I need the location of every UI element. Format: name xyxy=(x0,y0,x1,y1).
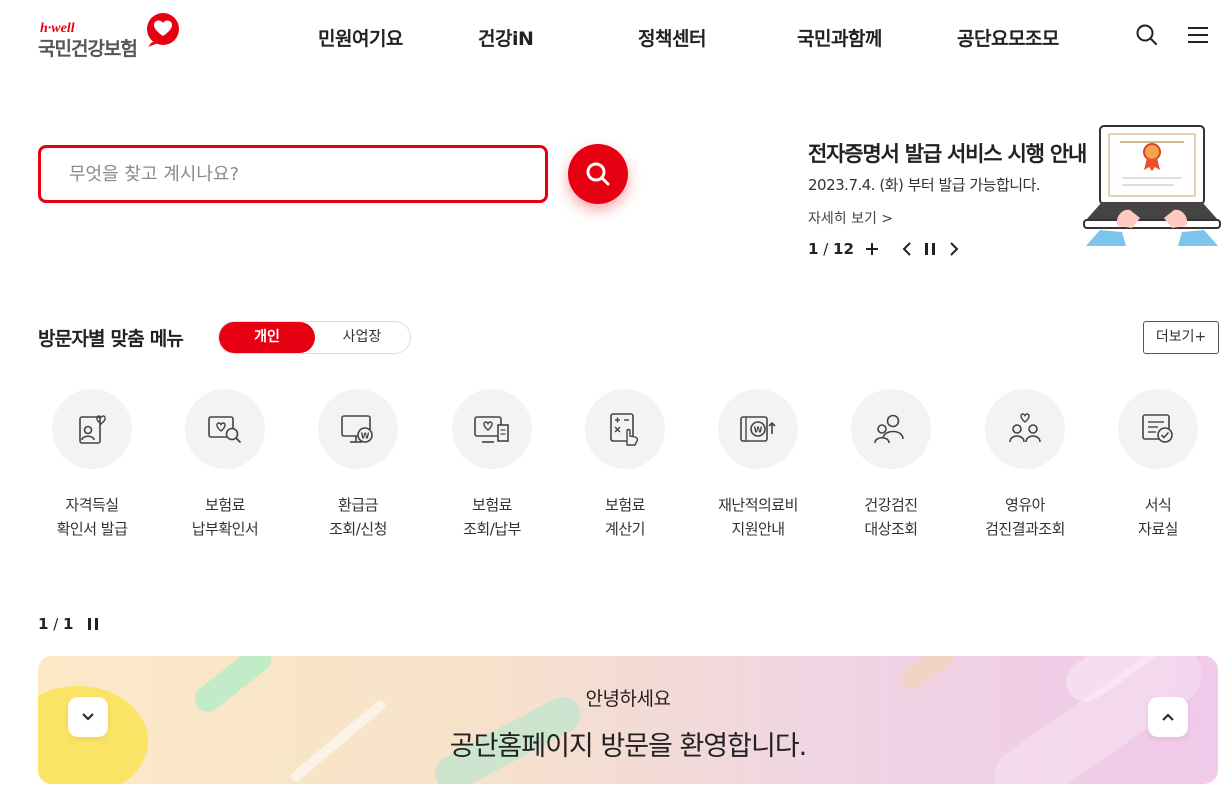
banner-decoration xyxy=(38,656,1202,784)
menu-item-label: 보험료 납부확인서 xyxy=(191,496,259,538)
menu-item-health-checkup-eligibility[interactable]: 건강검진 대상조회 xyxy=(826,389,956,549)
menu-icon-circle: W xyxy=(318,389,398,469)
monitor-won-icon: W xyxy=(341,415,373,443)
id-card-heart-icon xyxy=(79,415,106,444)
document-check-icon xyxy=(1142,414,1173,443)
menu-item-catastrophic-medical-support[interactable]: W 재난적의료비 지원안내 xyxy=(693,389,823,549)
pause-icon[interactable] xyxy=(86,616,100,632)
menu-item-label: 서식 자료실 xyxy=(1138,496,1178,538)
menu-icon-circle xyxy=(452,389,532,469)
banner-greeting: 안녕하세요 xyxy=(585,688,671,710)
menu-item-label: 자격득실 확인서 발급 xyxy=(56,496,128,538)
menu-current-page: 1 xyxy=(38,615,49,633)
chevron-up-icon xyxy=(1162,713,1174,721)
scroll-top-button[interactable] xyxy=(1148,697,1188,737)
menu-icon-circle xyxy=(185,389,265,469)
hamburger-menu-icon[interactable] xyxy=(1185,22,1211,48)
site-header: h·well 국민건강보험 민원여기요 건강iN 정책센터 국민과함께 공단요모… xyxy=(0,0,1228,72)
notice-title[interactable]: 전자증명서 발급 서비스 시행 안내 xyxy=(808,138,1087,168)
laptop-certificate-illustration xyxy=(1083,125,1221,246)
menu-total-pages: 1 xyxy=(63,615,74,633)
card-search-icon xyxy=(208,416,241,443)
chevron-left-icon[interactable] xyxy=(897,238,917,260)
nhis-logo[interactable]: h·well 국민건강보험 xyxy=(38,12,188,62)
tab-business[interactable]: 사업장 xyxy=(314,322,410,353)
heart-logo-icon xyxy=(147,13,179,47)
nav-about[interactable]: 공단요모조모 xyxy=(957,24,1059,51)
nav-minwon[interactable]: 민원여기요 xyxy=(318,24,403,51)
menu-item-label: 보험료 조회/납부 xyxy=(463,496,521,538)
notice-pager: 1 / 12 xyxy=(808,240,854,258)
search-box xyxy=(38,145,548,203)
calculator-hand-icon xyxy=(610,413,639,446)
menu-item-forms-library[interactable]: 서식 자료실 xyxy=(1093,389,1223,549)
nav-with-public[interactable]: 국민과함께 xyxy=(797,24,882,51)
nav-policy-center[interactable]: 정책센터 xyxy=(638,24,706,51)
menu-item-premium-inquiry-payment[interactable]: 보험료 조회/납부 xyxy=(427,389,557,549)
menu-item-premium-calculator[interactable]: 보험료 계산기 xyxy=(560,389,690,549)
tab-individual[interactable]: 개인 xyxy=(219,322,315,353)
menu-item-label: 환급금 조회/신청 xyxy=(329,496,387,538)
chevron-down-icon xyxy=(82,713,94,721)
menu-pager: 1 / 1 xyxy=(38,615,74,633)
welcome-banner: 안녕하세요 공단홈페이지 방문을 환영합니다. xyxy=(38,656,1218,784)
svg-text:W: W xyxy=(361,432,370,441)
notice-date: 2023.7.4. (화) 부터 발급 가능합니다. xyxy=(808,176,1041,194)
search-icon[interactable] xyxy=(1134,22,1160,48)
menu-icon-circle: W xyxy=(718,389,798,469)
logo-name: 국민건강보험 xyxy=(38,38,138,60)
menu-item-qualification-certificate[interactable]: 자격득실 확인서 발급 xyxy=(27,389,157,549)
won-support-icon: W xyxy=(740,416,776,442)
search-icon xyxy=(586,162,610,186)
notice-current-page: 1 xyxy=(808,240,819,258)
menu-item-label: 건강검진 대상조회 xyxy=(864,496,918,538)
nav-health-in[interactable]: 건강iN xyxy=(478,24,534,51)
menu-item-premium-payment-certificate[interactable]: 보험료 납부확인서 xyxy=(160,389,290,549)
menu-icon-circle xyxy=(985,389,1065,469)
search-button[interactable] xyxy=(568,144,628,204)
menu-icon-circle xyxy=(851,389,931,469)
pause-icon[interactable] xyxy=(920,238,940,260)
menu-item-label: 보험료 계산기 xyxy=(605,496,645,538)
menu-icon-circle xyxy=(52,389,132,469)
notice-more-link[interactable]: 자세히 보기 > xyxy=(808,208,893,228)
plus-icon[interactable] xyxy=(862,238,882,260)
banner-collapse-button[interactable] xyxy=(68,697,108,737)
people-search-icon xyxy=(874,414,904,444)
banner-welcome-message: 공단홈페이지 방문을 환영합니다. xyxy=(449,731,808,762)
menu-icon-circle xyxy=(585,389,665,469)
monitor-receipt-icon xyxy=(474,416,509,443)
more-button[interactable]: 더보기+ xyxy=(1143,321,1219,354)
menu-icon-circle xyxy=(1118,389,1198,469)
menu-item-label: 영유아 검진결과조회 xyxy=(985,496,1065,538)
notice-total-pages: 12 xyxy=(833,240,854,258)
family-heart-icon xyxy=(1009,413,1041,443)
search-input[interactable] xyxy=(41,148,545,200)
menu-item-infant-checkup-results[interactable]: 영유아 검진결과조회 xyxy=(960,389,1090,549)
chevron-right-icon[interactable] xyxy=(944,238,964,260)
visitor-menu-title: 방문자별 맞춤 메뉴 xyxy=(38,328,184,350)
visitor-type-toggle: 개인 사업장 xyxy=(218,321,411,354)
menu-item-refund-inquiry[interactable]: W 환급금 조회/신청 xyxy=(293,389,423,549)
svg-text:W: W xyxy=(754,426,763,435)
menu-item-label: 재난적의료비 지원안내 xyxy=(718,496,798,538)
